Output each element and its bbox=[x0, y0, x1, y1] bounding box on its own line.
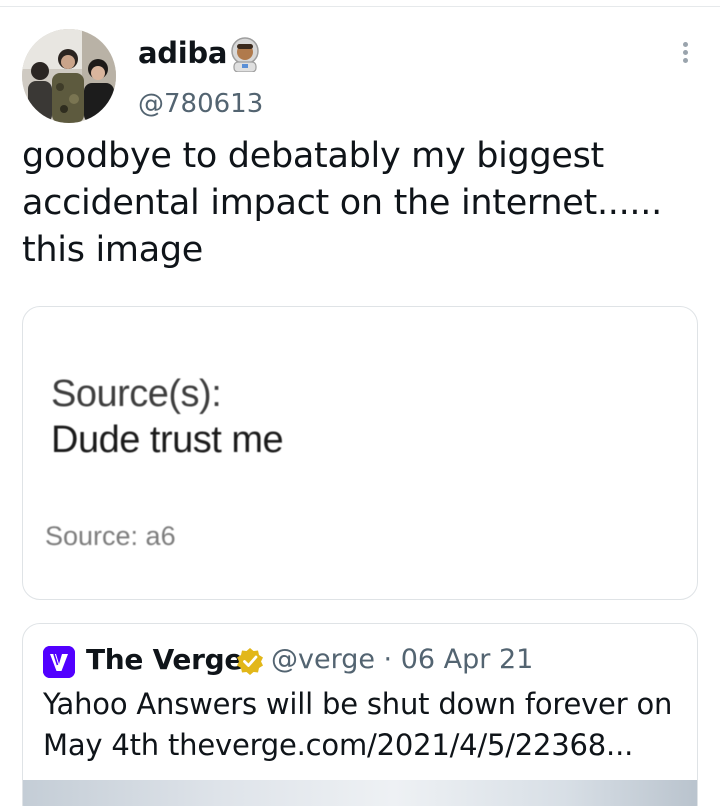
quote-text: Yahoo Answers will be shut down forever … bbox=[43, 687, 673, 762]
media-source-line: Source: a6 bbox=[45, 521, 176, 551]
verified-gold-badge-icon bbox=[235, 646, 265, 676]
user-handle[interactable]: @780613 bbox=[138, 89, 263, 119]
quote-tweet-card[interactable]: The Verge @verge · 06 Apr 21 Yahoo Answe… bbox=[22, 623, 698, 806]
top-divider bbox=[0, 6, 720, 7]
quote-handle-date: @verge · 06 Apr 21 bbox=[271, 644, 534, 675]
media-answer-text: Dude trust me bbox=[51, 419, 284, 461]
quote-preview-image[interactable] bbox=[23, 780, 697, 806]
avatar[interactable] bbox=[22, 29, 116, 123]
media-sources-label: Source(s): bbox=[51, 373, 222, 415]
tweet-media-image[interactable]: Source(s): Dude trust me Source: a6 bbox=[22, 306, 698, 600]
tweet-text: goodbye to debatably my biggest accident… bbox=[22, 136, 662, 270]
display-name[interactable]: adiba bbox=[138, 36, 227, 70]
astronaut-emoji-icon bbox=[228, 36, 262, 73]
quote-display-name[interactable]: The Verge bbox=[86, 643, 243, 676]
verge-logo-icon bbox=[43, 646, 75, 678]
more-dots-icon[interactable] bbox=[676, 42, 694, 70]
